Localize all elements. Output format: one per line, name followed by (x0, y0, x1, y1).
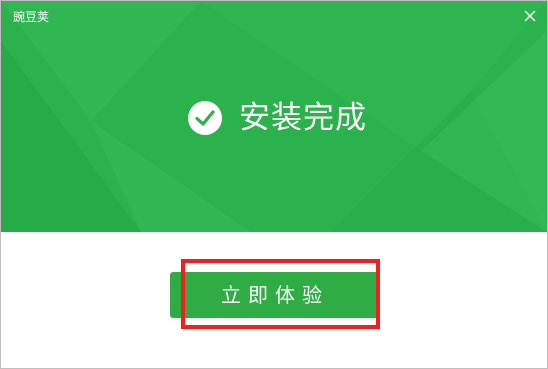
window-title: 豌豆荚 (13, 10, 50, 24)
installer-window: 豌豆荚 安装完成 立即体验 (0, 0, 548, 369)
install-status: 安装完成 (187, 98, 367, 138)
success-banner: 豌豆荚 安装完成 (1, 1, 547, 232)
install-complete-text: 安装完成 (239, 100, 367, 136)
action-area: 立即体验 (1, 232, 547, 368)
highlight-annotation-box (181, 259, 380, 329)
close-icon (524, 10, 536, 22)
check-circle-icon (188, 101, 222, 135)
close-button[interactable] (521, 7, 539, 25)
